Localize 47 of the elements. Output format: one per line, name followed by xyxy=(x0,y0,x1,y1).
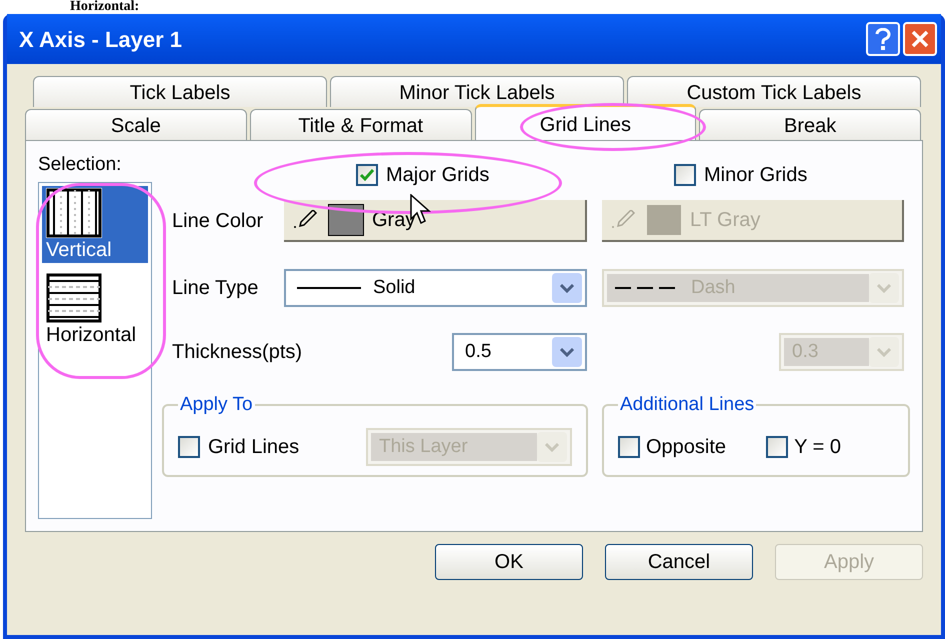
dropdown-value: 0.5 xyxy=(465,340,492,364)
field-label: Line Type xyxy=(172,276,260,301)
tab[interactable]: Break xyxy=(699,109,921,140)
horizontal-grid-icon xyxy=(46,273,102,323)
field-label: Line Color xyxy=(172,209,264,234)
tab[interactable]: Tick Labels xyxy=(33,76,327,107)
selection-item[interactable]: Vertical xyxy=(42,186,148,263)
dialog-button[interactable]: Cancel xyxy=(605,544,753,580)
chevron-down-icon xyxy=(560,284,574,292)
checkbox[interactable] xyxy=(618,436,640,458)
chevron-down-icon xyxy=(545,442,559,452)
checkbox-label: Grid Lines xyxy=(208,435,300,460)
pencil-icon xyxy=(292,210,320,230)
tab[interactable]: Minor Tick Labels xyxy=(330,76,624,107)
close-icon xyxy=(910,29,930,49)
tab[interactable]: Title & Format xyxy=(250,109,472,140)
help-button[interactable] xyxy=(866,22,900,56)
dropdown[interactable]: 0.5 xyxy=(452,333,587,371)
dropdown-value: Solid xyxy=(373,276,416,300)
selection-item[interactable]: Horizontal xyxy=(42,271,148,348)
check-icon xyxy=(359,168,375,182)
vertical-grid-icon xyxy=(46,188,102,238)
checkbox-label: Major Grids xyxy=(386,163,490,188)
chevron-down-icon xyxy=(560,348,574,356)
checkbox[interactable] xyxy=(178,436,200,458)
checkbox-label: Opposite xyxy=(646,435,726,460)
question-mark-icon xyxy=(875,28,891,50)
chevron-down-icon xyxy=(877,348,891,356)
selection-label: Selection: xyxy=(38,155,122,174)
chevron-down-icon xyxy=(877,284,891,292)
window-title: X Axis - Layer 1 xyxy=(19,26,182,54)
tab[interactable]: Grid Lines xyxy=(474,104,696,140)
checkbox-label: Y = 0 xyxy=(794,435,841,460)
dialog-button[interactable]: OK xyxy=(435,544,583,580)
checkbox[interactable] xyxy=(356,164,378,186)
field-label: Thickness(pts) xyxy=(172,340,304,365)
tab[interactable]: Custom Tick Labels xyxy=(627,76,921,107)
pencil-icon xyxy=(610,210,638,230)
caption-text: Horizontal: xyxy=(70,0,140,14)
checkbox-label: Minor Grids xyxy=(704,163,808,188)
tab[interactable]: Scale xyxy=(25,109,247,140)
solid-line-icon xyxy=(297,286,361,290)
dropdown[interactable]: Solid xyxy=(284,269,587,307)
group-title: Additional Lines xyxy=(619,393,756,417)
group-title: Apply To xyxy=(179,393,254,417)
checkbox[interactable] xyxy=(766,436,788,458)
close-button[interactable] xyxy=(903,22,937,56)
